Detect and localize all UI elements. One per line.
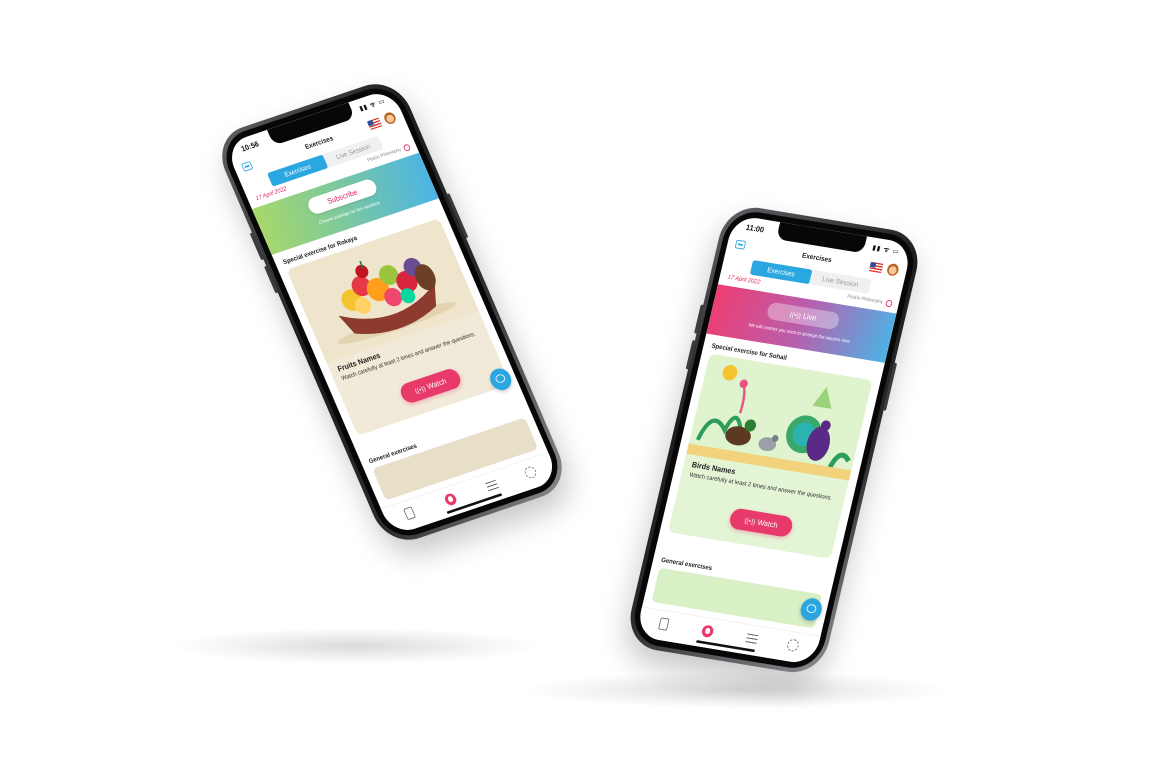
settings-gear-icon[interactable] (786, 638, 800, 653)
status-icons: ▮▮ ᯤ ▭ (871, 243, 901, 256)
status-time: 10:56 (239, 139, 261, 154)
mockup-stage: 10:56 ▮▮ ᯤ ▭ Exercises Exercises Live Se… (0, 0, 1156, 772)
play-circle-icon[interactable] (885, 299, 893, 308)
book-icon[interactable] (658, 617, 670, 631)
live-broadcast-icon: ((•)) (743, 516, 757, 526)
book-icon[interactable] (403, 506, 416, 521)
exercise-description: Watch carefully at least 2 times and ans… (688, 472, 833, 502)
play-circle-icon[interactable] (402, 143, 412, 152)
live-broadcast-icon: ((•)) (413, 384, 427, 395)
date-text: 17 April 2022 (727, 274, 761, 286)
status-icons: ▮▮ ᯤ ▭ (358, 96, 387, 113)
settings-gear-icon[interactable] (522, 465, 539, 480)
phone-screen: 10:56 ▮▮ ᯤ ▭ Exercises Exercises Live Se… (224, 87, 560, 537)
watch-button-label: Watch (756, 517, 779, 530)
phone-left: 10:56 ▮▮ ᯤ ▭ Exercises Exercises Live Se… (211, 75, 573, 549)
subscribe-button-label: Subscribe (325, 187, 359, 206)
live-broadcast-icon: ((•)) (789, 310, 802, 320)
status-time: 11:00 (745, 222, 765, 235)
live-button-label: Live (802, 311, 818, 323)
watch-button[interactable]: ((•))Watch (397, 366, 464, 406)
floor-shadow-right (525, 672, 945, 708)
birds-illustration (686, 353, 873, 481)
live-button[interactable]: ((•))Live (765, 301, 841, 331)
floor-shadow-left (175, 628, 535, 664)
watch-button[interactable]: ((•))Watch (727, 507, 795, 538)
watch-button-label: Watch (425, 376, 448, 391)
home-hand-icon[interactable] (443, 492, 459, 507)
list-icon[interactable] (744, 633, 759, 646)
teacher-name: PitaDo Philosophy (846, 294, 884, 306)
us-flag-icon[interactable] (868, 261, 884, 274)
list-icon[interactable] (485, 479, 500, 493)
phone-right: 11:00 ▮▮ ᯤ ▭ Exercises Exercises Live Se… (623, 202, 925, 678)
exercise-card[interactable]: Birds Names Watch carefully at least 2 t… (667, 353, 873, 559)
home-hand-icon[interactable] (700, 624, 715, 639)
